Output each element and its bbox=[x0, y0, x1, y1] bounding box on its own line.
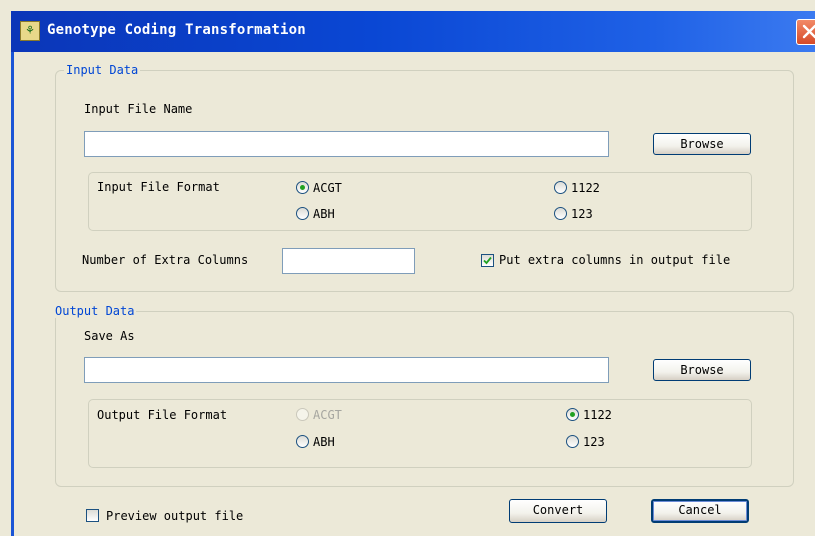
input-format-abh-radio[interactable] bbox=[296, 207, 309, 220]
input-format-123-radio[interactable] bbox=[554, 207, 567, 220]
title-bar[interactable]: ⚘ Genotype Coding Transformation bbox=[11, 11, 815, 52]
save-as-label: Save As bbox=[84, 329, 135, 343]
input-file-name-field[interactable] bbox=[84, 131, 609, 157]
input-data-group-label: Input Data bbox=[64, 63, 141, 77]
cancel-button[interactable]: Cancel bbox=[651, 499, 749, 523]
input-format-abh-label[interactable]: ABH bbox=[313, 207, 335, 221]
close-icon bbox=[802, 24, 815, 39]
input-data-group: Input Data Input File Name Browse Input … bbox=[55, 63, 794, 292]
input-format-box: Input File Format ACGT 1122 ABH 123 bbox=[88, 172, 752, 231]
output-format-box: Output File Format ACGT 1122 ABH 123 bbox=[88, 399, 752, 468]
dialog-window: ⚘ Genotype Coding Transformation Input D… bbox=[0, 0, 815, 536]
output-format-abh-label[interactable]: ABH bbox=[313, 435, 335, 449]
input-format-1122-radio[interactable] bbox=[554, 181, 567, 194]
output-format-acgt-label: ACGT bbox=[313, 408, 342, 422]
input-format-1122-label[interactable]: 1122 bbox=[571, 181, 600, 195]
dialog-client-area: Input Data Input File Name Browse Input … bbox=[11, 52, 815, 536]
output-format-acgt-radio bbox=[296, 408, 309, 421]
input-file-format-label: Input File Format bbox=[97, 180, 220, 194]
output-format-1122-radio[interactable] bbox=[566, 408, 579, 421]
app-logo-icon: ⚘ bbox=[20, 21, 40, 41]
convert-button[interactable]: Convert bbox=[509, 499, 607, 523]
preview-output-checkbox[interactable] bbox=[86, 509, 99, 522]
close-button[interactable] bbox=[796, 19, 815, 45]
input-file-name-label: Input File Name bbox=[84, 102, 193, 116]
window-title: Genotype Coding Transformation bbox=[47, 22, 306, 38]
output-format-1122-label[interactable]: 1122 bbox=[583, 408, 612, 422]
put-extra-columns-checkbox[interactable] bbox=[481, 254, 494, 267]
output-file-format-label: Output File Format bbox=[97, 408, 228, 422]
save-as-field[interactable] bbox=[84, 357, 609, 383]
output-data-group: Output Data Save As Browse Output File F… bbox=[53, 304, 794, 487]
input-format-acgt-radio[interactable] bbox=[296, 181, 309, 194]
output-format-123-radio[interactable] bbox=[566, 435, 579, 448]
output-format-abh-radio[interactable] bbox=[296, 435, 309, 448]
extra-columns-field[interactable] bbox=[282, 248, 415, 274]
output-data-group-label: Output Data bbox=[53, 304, 137, 318]
put-extra-columns-label[interactable]: Put extra columns in output file bbox=[499, 253, 730, 267]
output-format-123-label[interactable]: 123 bbox=[583, 435, 605, 449]
input-format-123-label[interactable]: 123 bbox=[571, 207, 593, 221]
input-browse-button[interactable]: Browse bbox=[653, 133, 751, 155]
preview-output-label[interactable]: Preview output file bbox=[106, 509, 243, 523]
extra-columns-label: Number of Extra Columns bbox=[82, 253, 249, 267]
output-browse-button[interactable]: Browse bbox=[653, 359, 751, 381]
check-icon bbox=[483, 256, 492, 265]
input-format-acgt-label[interactable]: ACGT bbox=[313, 181, 342, 195]
